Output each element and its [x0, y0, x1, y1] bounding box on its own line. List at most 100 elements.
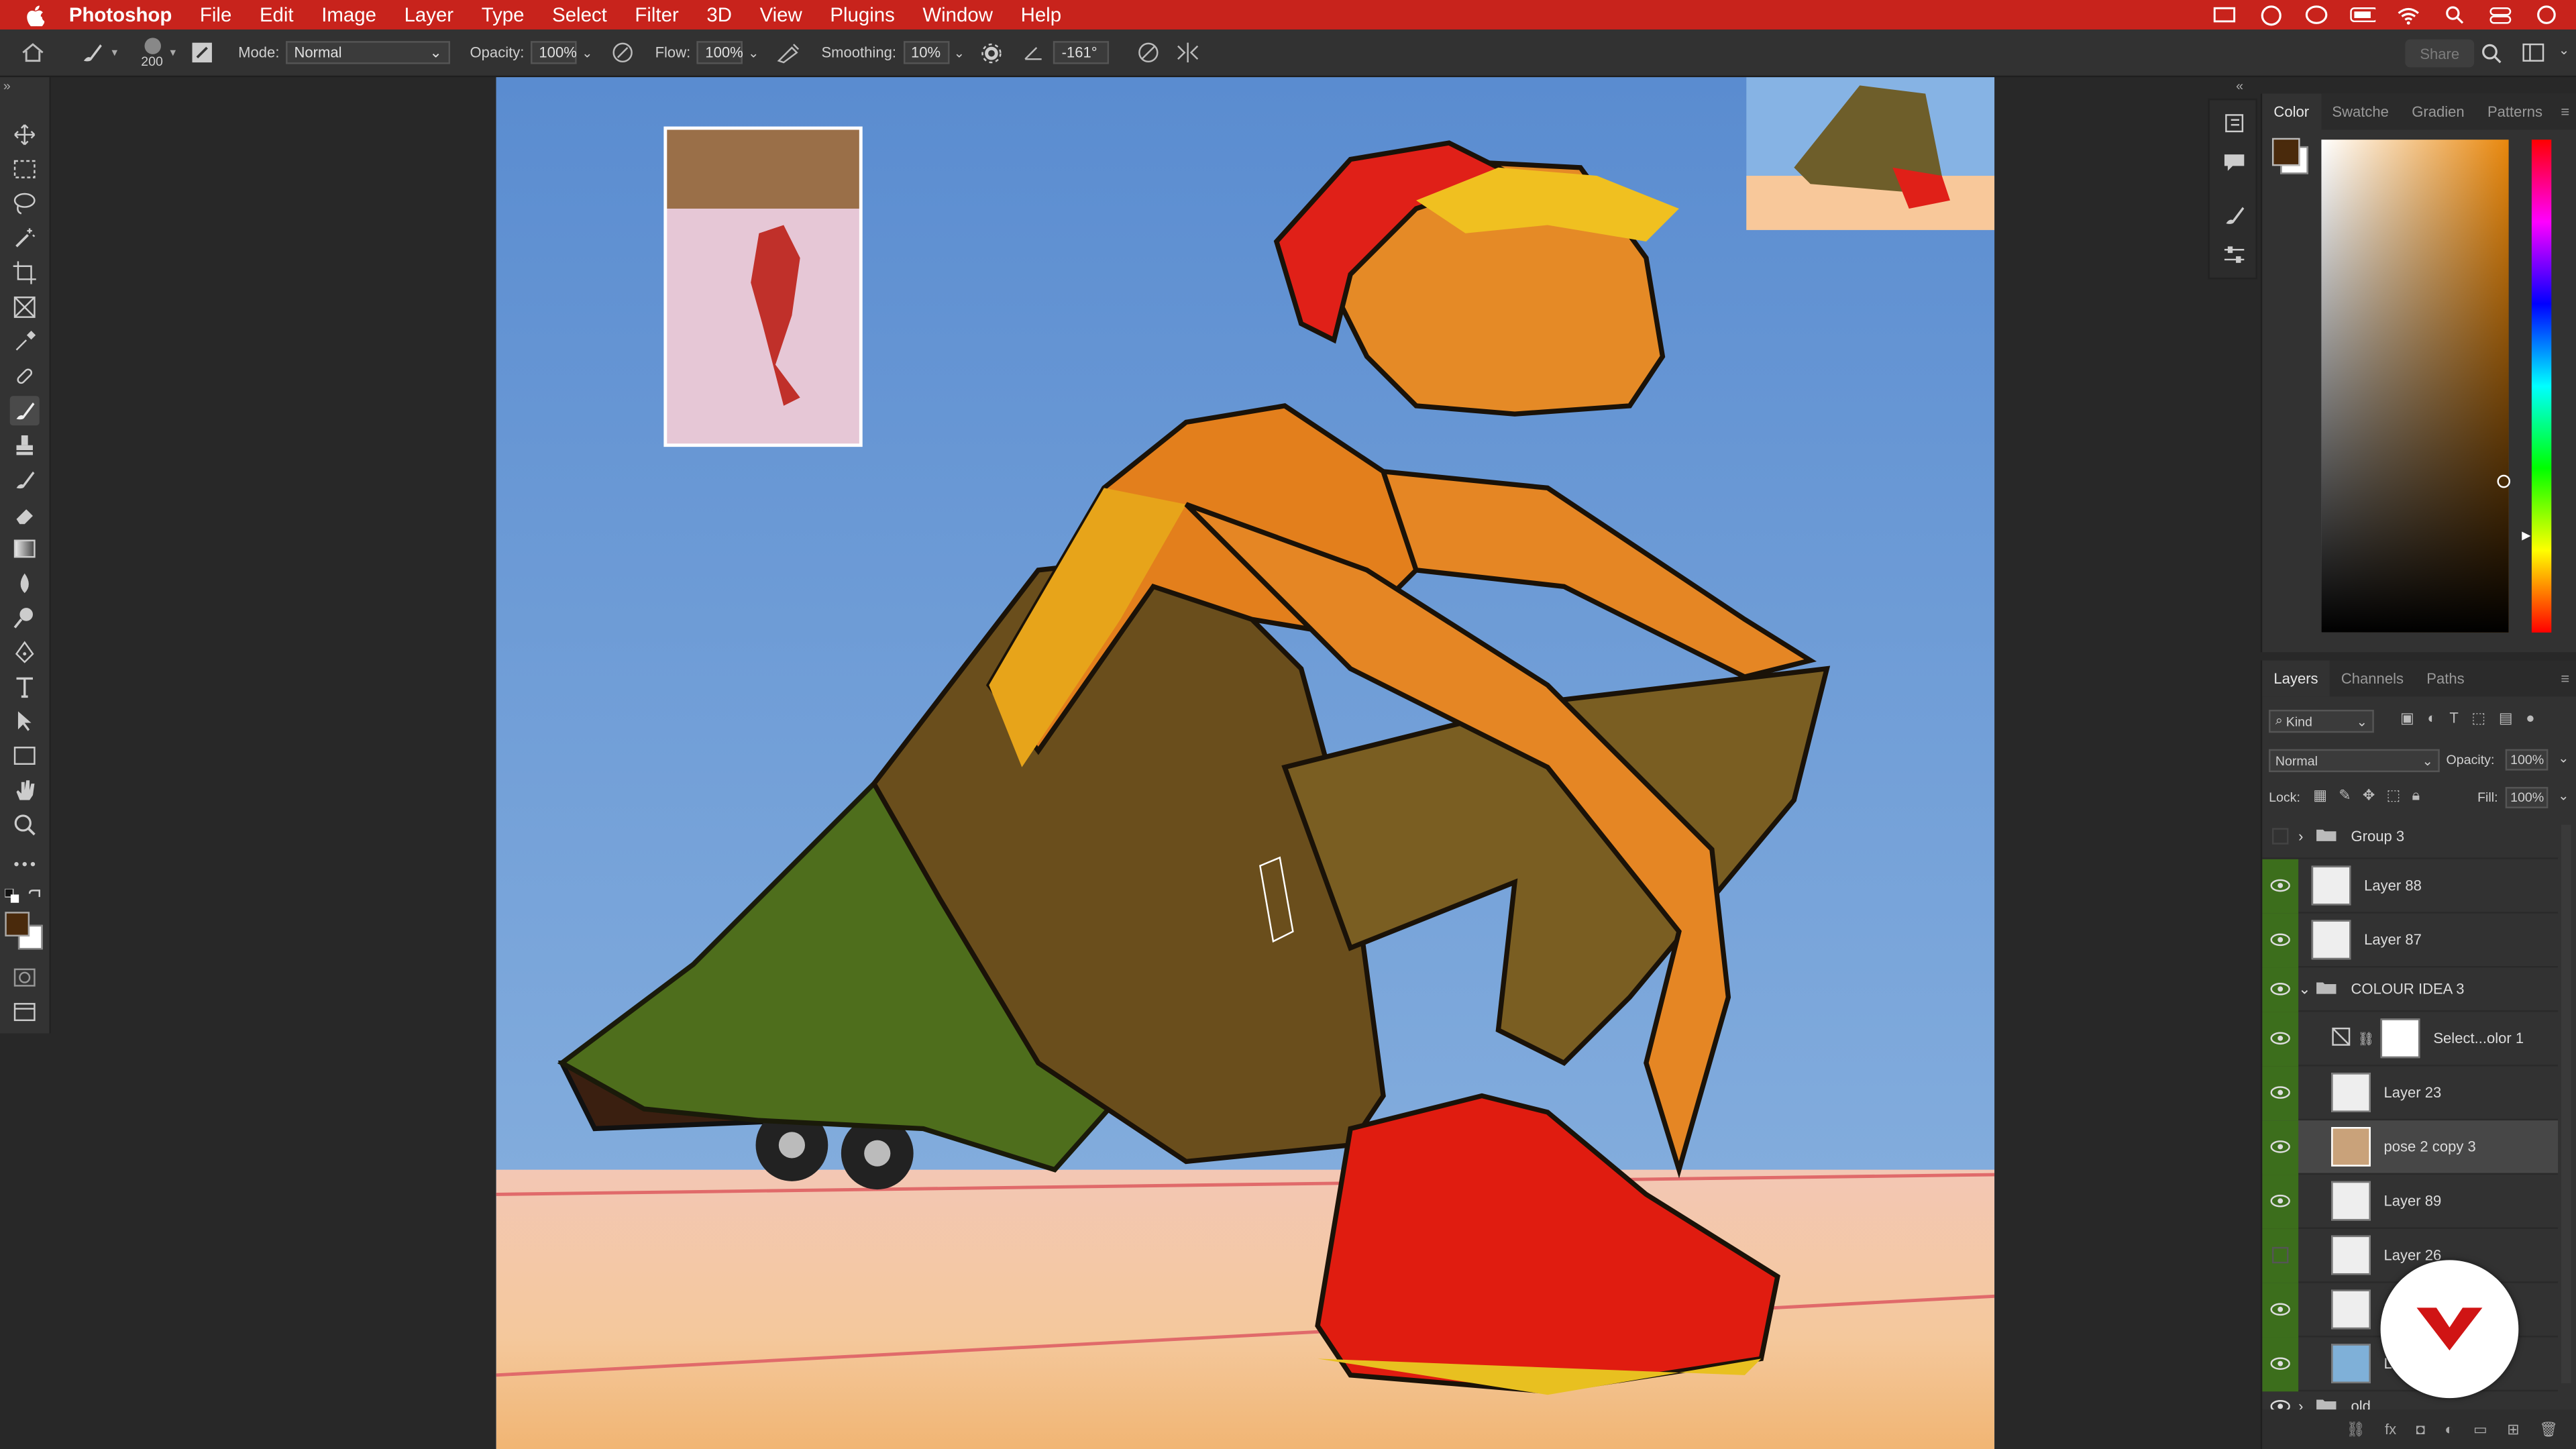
menu-type[interactable]: Type: [482, 3, 525, 26]
type-tool-icon[interactable]: [10, 672, 40, 702]
pressure-size-icon[interactable]: [1136, 40, 1162, 66]
eye-icon[interactable]: [2262, 1173, 2299, 1228]
chevron-down-icon[interactable]: ⌄: [2558, 751, 2569, 765]
battery-icon[interactable]: [2349, 5, 2376, 24]
home-icon[interactable]: [19, 40, 46, 66]
menu-select[interactable]: Select: [552, 3, 607, 26]
apple-icon[interactable]: [23, 3, 46, 26]
hand-tool-icon[interactable]: [10, 775, 40, 805]
move-tool-icon[interactable]: [10, 120, 40, 150]
frame-tool-icon[interactable]: [10, 292, 40, 322]
filter-smart-object-icon[interactable]: ▤: [2499, 710, 2513, 728]
screen-mirror-icon[interactable]: [2211, 5, 2237, 24]
pen-tool-icon[interactable]: [10, 637, 40, 667]
eye-icon[interactable]: [2262, 1011, 2299, 1066]
eye-icon[interactable]: [2262, 1065, 2299, 1120]
flow-field[interactable]: 100%: [697, 41, 743, 64]
swap-colors-icon[interactable]: [26, 887, 42, 903]
chevron-down-icon[interactable]: ⌄: [954, 45, 965, 60]
history-brush-tool-icon[interactable]: [10, 465, 40, 494]
chevron-down-icon[interactable]: ⌄: [2558, 789, 2569, 804]
chevron-down-icon[interactable]: ⌄: [2559, 43, 2569, 58]
brush-settings-icon[interactable]: [189, 40, 215, 66]
more-tools-icon[interactable]: [10, 849, 40, 879]
filter-type-icon[interactable]: T: [2449, 710, 2458, 728]
smoothing-field[interactable]: 10%: [902, 41, 949, 64]
layer-row-layer-88[interactable]: Layer 88: [2262, 858, 2559, 914]
new-adjustment-icon[interactable]: ◐: [2445, 1421, 2453, 1437]
angle-field[interactable]: -161°: [1053, 41, 1110, 64]
healing-brush-tool-icon[interactable]: [10, 362, 40, 391]
menu-plugins[interactable]: Plugins: [830, 3, 894, 26]
layer-row-layer-89[interactable]: Layer 89: [2262, 1173, 2559, 1229]
mode-select[interactable]: Normal ⌄: [286, 41, 451, 64]
lock-pixels-icon[interactable]: ✎: [2339, 787, 2351, 805]
dropdown-caret-icon[interactable]: ▾: [170, 46, 176, 59]
eye-icon[interactable]: [2262, 967, 2299, 1012]
menu-window[interactable]: Window: [922, 3, 993, 26]
tab-color[interactable]: Color: [2262, 93, 2321, 130]
new-group-icon[interactable]: ▭: [2473, 1420, 2487, 1438]
filter-shape-icon[interactable]: ⬚: [2471, 710, 2485, 728]
layer-mask-thumbnail[interactable]: [2380, 1018, 2420, 1059]
opacity-field[interactable]: 100%: [531, 41, 577, 64]
blend-mode-select[interactable]: Normal ⌄: [2269, 749, 2440, 773]
brush-tool-preset-icon[interactable]: [79, 40, 105, 66]
hue-slider-handle-icon[interactable]: ▶: [2522, 529, 2530, 542]
tab-gradients[interactable]: Gradien: [2400, 94, 2476, 130]
menu-help[interactable]: Help: [1021, 3, 1061, 26]
dropdown-caret-icon[interactable]: ▾: [112, 46, 118, 59]
color-field[interactable]: [2321, 140, 2511, 633]
tab-channels[interactable]: Channels: [2330, 660, 2415, 696]
panel-menu-icon[interactable]: ≡: [2561, 103, 2569, 119]
layers-scrollbar[interactable]: [2561, 824, 2571, 1384]
history-icon[interactable]: [2220, 110, 2249, 136]
layer-row-pose-2-copy-3[interactable]: pose 2 copy 3: [2262, 1119, 2559, 1175]
menu-3d[interactable]: 3D: [706, 3, 732, 26]
filter-adjustment-icon[interactable]: ◐: [2427, 710, 2436, 728]
pressure-opacity-icon[interactable]: [609, 40, 635, 66]
brush-size-picker[interactable]: 200: [138, 37, 167, 68]
creative-cloud-icon[interactable]: [2257, 4, 2284, 25]
smoothing-gear-icon[interactable]: [978, 40, 1004, 66]
blur-tool-icon[interactable]: [10, 568, 40, 598]
search-icon[interactable]: [2477, 40, 2504, 66]
filter-pixel-icon[interactable]: ▣: [2400, 710, 2414, 728]
new-layer-icon[interactable]: ⊞: [2507, 1420, 2519, 1438]
chevron-right-icon[interactable]: ›: [2298, 1398, 2314, 1409]
comments-icon[interactable]: [2220, 150, 2249, 176]
layer-row-layer-87[interactable]: Layer 87: [2262, 912, 2559, 968]
fx-icon[interactable]: fx: [2385, 1421, 2396, 1437]
lock-all-icon[interactable]: 🔒︎: [2412, 787, 2420, 805]
symmetry-icon[interactable]: [1175, 40, 1201, 66]
hue-slider[interactable]: [2531, 140, 2552, 633]
lock-position-icon[interactable]: ✥: [2363, 787, 2375, 805]
layer-row-old[interactable]: › old: [2262, 1385, 2558, 1410]
tab-patterns[interactable]: Patterns: [2476, 94, 2554, 130]
path-selection-tool-icon[interactable]: [10, 706, 40, 736]
collapse-tools-icon[interactable]: »: [3, 79, 11, 94]
color-picker-cursor[interactable]: [2497, 474, 2511, 488]
layer-opacity-field[interactable]: 100%: [2505, 749, 2549, 771]
eye-icon[interactable]: [2262, 1379, 2298, 1410]
layer-row-layer-23[interactable]: Layer 23: [2262, 1065, 2559, 1121]
link-layers-icon[interactable]: ⛓︎: [2347, 1420, 2365, 1438]
eye-icon[interactable]: [2262, 858, 2299, 913]
lock-transparent-icon[interactable]: ▦: [2313, 787, 2327, 805]
rectangle-tool-icon[interactable]: [10, 741, 40, 770]
chevron-right-icon[interactable]: ›: [2298, 828, 2314, 844]
wifi-icon[interactable]: [2396, 5, 2422, 24]
tab-swatches[interactable]: Swatche: [2320, 94, 2400, 130]
layer-row-group-3[interactable]: › Group 3: [2262, 815, 2559, 859]
screen-mode-icon[interactable]: [10, 998, 40, 1027]
airbrush-icon[interactable]: [775, 40, 802, 66]
lock-artboard-icon[interactable]: ⬚: [2386, 787, 2400, 805]
eye-icon[interactable]: [2262, 912, 2299, 967]
layer-row-colour-idea-3[interactable]: ⌄ COLOUR IDEA 3: [2262, 967, 2559, 1012]
menu-filter[interactable]: Filter: [635, 3, 678, 26]
layer-row-selective-color[interactable]: ⛓︎ Select...olor 1: [2262, 1011, 2559, 1067]
lasso-tool-icon[interactable]: [10, 189, 40, 219]
tab-paths[interactable]: Paths: [2415, 660, 2476, 696]
tab-layers[interactable]: Layers: [2262, 660, 2330, 697]
menu-edit[interactable]: Edit: [260, 3, 294, 26]
